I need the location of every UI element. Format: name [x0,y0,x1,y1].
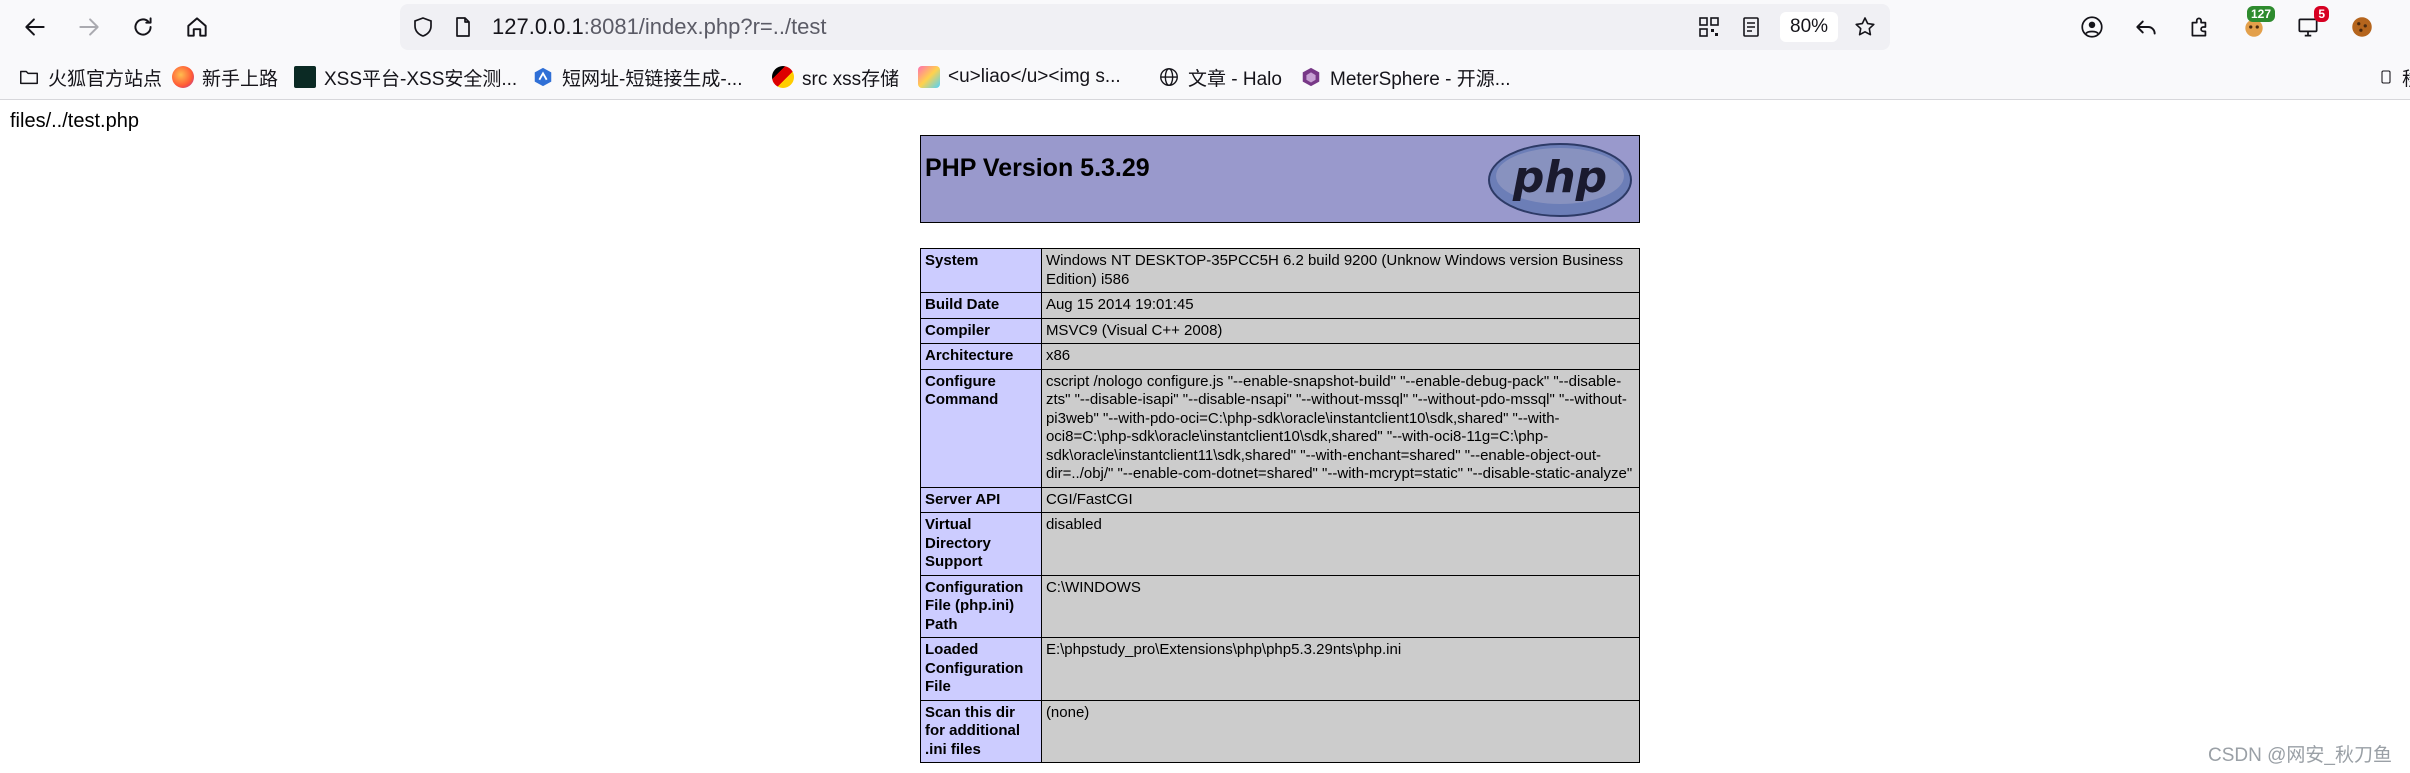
account-button[interactable] [2073,8,2111,46]
bookmark-label: 新手上路 [202,68,279,90]
bookmark-item[interactable]: <u>liao</u><img s... [918,63,1121,91]
extension-badge: 127 [2246,6,2275,22]
row-value: C:\WINDOWS [1040,574,1641,638]
row-key: Scan this dir for additional .ini files [920,699,1042,763]
browser-toolbar: 127.0.0.1:8081/index.php?r=../test 80% 1… [0,0,2410,55]
bookmark-item[interactable]: src xss存储 [772,63,899,91]
row-key: Build Date [920,292,1042,319]
url-host: 127.0.0.1 [492,14,584,39]
undo-arrow-icon [2136,20,2156,35]
table-row: Build Date Aug 15 2014 19:01:45 [920,292,1641,319]
row-value: disabled [1040,512,1641,576]
include-path-text: files/../test.php [10,110,139,132]
bookmark-label: MeterSphere - 开源... [1330,68,1511,90]
table-row: Configuration File (php.ini) Path C:\WIND… [920,574,1641,638]
home-icon [187,17,207,37]
bookmark-label: <u>liao</u><img s... [948,66,1121,87]
table-row: Architecture x86 [920,343,1641,370]
php-version-title[interactable]: PHP Version 5.3.29 [925,154,1150,183]
table-row: Server API CGI/FastCGI [920,486,1641,513]
reader-view-icon[interactable] [1738,14,1764,40]
bookmark-item[interactable]: 短网址-短链接生成-... [532,63,743,91]
row-key: Compiler [920,317,1042,344]
row-value: E:\phpstudy_pro\Extensions\php\php5.3.29… [1040,637,1641,701]
src-icon [772,66,794,88]
url-path: :8081/index.php?r=../test [583,14,827,39]
mobile-bookmarks-icon [2381,70,2391,84]
url-text[interactable]: 127.0.0.1:8081/index.php?r=../test [492,14,827,40]
account-icon [2081,16,2103,38]
reload-button[interactable] [124,8,162,46]
address-bar[interactable]: 127.0.0.1:8081/index.php?r=../test 80% [400,4,1890,50]
bookmark-label: 文章 - Halo [1188,68,1282,90]
row-key: Architecture [920,343,1042,370]
short-link-icon [534,67,552,87]
row-key: Configuration File (php.ini) Path [920,574,1042,638]
zoom-level-button[interactable]: 80% [1780,12,1839,42]
csdn-watermark: CSDN @网安_秋刀鱼 [2208,745,2392,766]
back-arrow-icon [25,18,45,36]
row-value: Windows NT DESKTOP-35PCC5H 6.2 build 920… [1040,248,1641,293]
shield-icon[interactable] [410,14,436,40]
table-row: Configure Command cscript /nologo configu… [920,368,1641,488]
home-button[interactable] [178,8,216,46]
extensions-button[interactable] [2181,8,2219,46]
extension-tool-button[interactable]: 5 [2289,6,2329,46]
bookmark-item[interactable]: 火狐官方站点 [18,63,162,91]
bookmarks-toolbar: 火狐官方站点 新手上路 XSS平台-XSS安全测... 短网址-短链接生成-..… [0,55,2410,100]
bookmark-star-icon[interactable] [1852,14,1878,40]
row-value: cscript /nologo configure.js "--enable-s… [1040,368,1641,488]
undo-button[interactable] [2127,8,2165,46]
php-logo[interactable]: php [1487,142,1633,218]
page-info-icon[interactable] [450,14,476,40]
bookmark-label: src xss存储 [802,68,900,90]
table-row: Virtual Directory Support disabled [920,512,1641,576]
table-row: Scan this dir for additional .ini files(… [920,699,1641,763]
bookmark-item[interactable]: 新手上路 [172,63,278,91]
table-row: Loaded Configuration File E:\phpstudy_pro… [920,637,1641,701]
bookmark-label: 火狐官方站点 [48,68,163,90]
row-key: System [920,248,1042,293]
row-key: Configure Command [920,368,1042,488]
row-value: x86 [1040,343,1641,370]
folder-icon [20,70,38,85]
row-value: Aug 15 2014 19:01:45 [1040,292,1641,319]
row-value: MSVC9 (Visual C++ 2008) [1040,317,1641,344]
row-value: (none) [1040,699,1641,763]
bookmark-item[interactable]: 移 [2378,63,2410,91]
forward-button[interactable] [70,8,108,46]
bookmark-label: XSS平台-XSS安全测... [324,68,518,90]
extension-hackbar-button[interactable]: 127 [2235,6,2275,46]
extension-badge: 5 [2314,6,2329,22]
forward-arrow-icon [79,18,99,36]
qr-code-icon[interactable] [1696,14,1722,40]
row-value: CGI/FastCGI [1040,486,1641,513]
cookie-extension-button[interactable] [2343,8,2381,46]
table-row: Compiler MSVC9 (Visual C++ 2008) [920,317,1641,344]
row-key: Virtual Directory Support [920,512,1042,576]
php-logo-text: php [1512,152,1607,203]
metersphere-icon [1302,67,1320,87]
firefox-icon [172,66,194,88]
puzzle-icon [2191,17,2207,37]
reload-icon [134,17,152,36]
bookmark-item[interactable]: 文章 - Halo [1158,63,1282,91]
globe-icon [1160,68,1178,86]
back-button[interactable] [16,8,54,46]
bookmark-label: 移 [2402,64,2410,91]
row-key: Loaded Configuration File [920,637,1042,701]
bookmark-item[interactable]: MeterSphere - 开源... [1300,63,1511,91]
xss-platform-icon [294,66,316,88]
image-icon [918,66,940,88]
bookmark-item[interactable]: XSS平台-XSS安全测... [294,63,517,91]
phpinfo-header: PHP Version 5.3.29 php [920,135,1640,223]
cookie-icon [2352,17,2372,37]
table-row: System Windows NT DESKTOP-35PCC5H 6.2 bui… [920,248,1641,293]
bookmark-label: 短网址-短链接生成-... [562,68,743,90]
phpinfo-table: System Windows NT DESKTOP-35PCC5H 6.2 bui… [920,248,1641,763]
row-key: Server API [920,486,1042,513]
